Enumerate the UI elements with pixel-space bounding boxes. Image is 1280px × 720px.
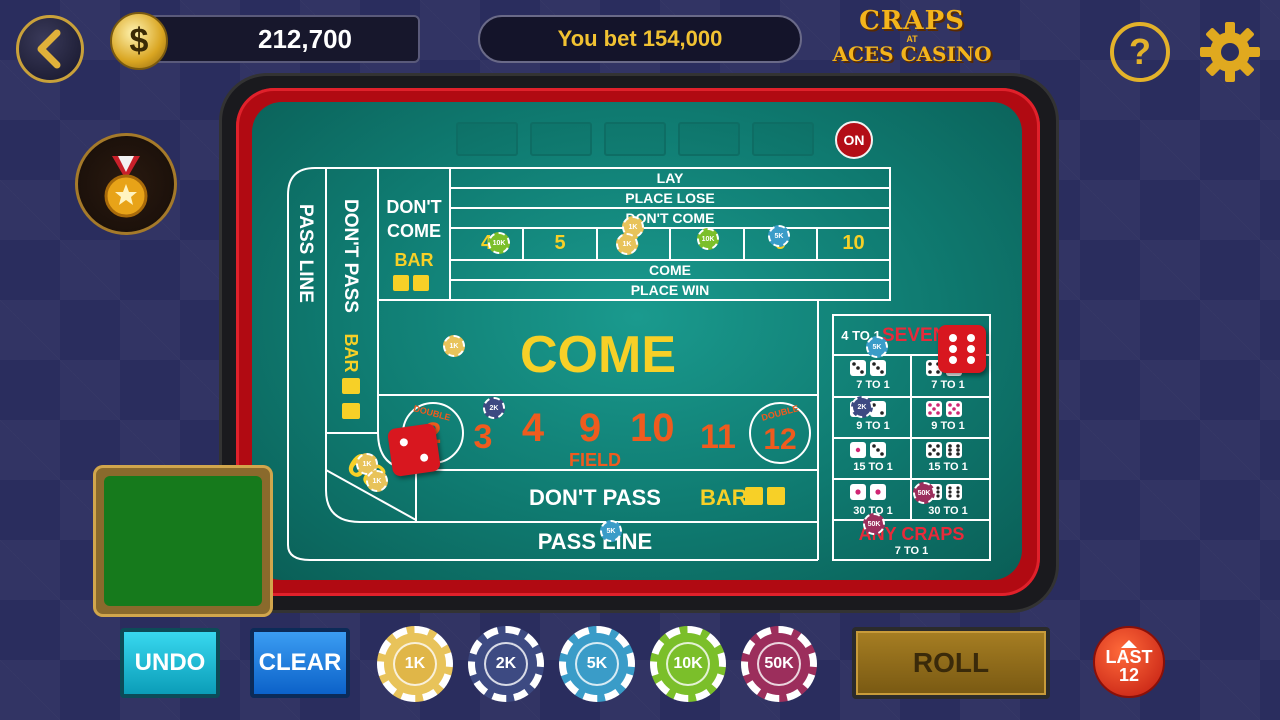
last-rolls-button[interactable]: LAST 12 xyxy=(1093,626,1165,698)
table-chip[interactable]: 10K xyxy=(697,228,719,250)
dice-icon xyxy=(938,325,986,373)
chip-2k-button[interactable]: 2K xyxy=(468,626,544,702)
undo-button[interactable]: UNDO xyxy=(120,628,220,698)
chip-5k-button[interactable]: 5K xyxy=(559,626,635,702)
die-face-icon xyxy=(399,438,429,462)
clear-button[interactable]: CLEAR xyxy=(250,628,350,698)
table-chip[interactable]: 1K xyxy=(443,335,465,357)
table-chip[interactable]: 50K xyxy=(913,482,935,504)
chip-tray xyxy=(104,476,262,606)
table-chip[interactable]: 10K xyxy=(488,232,510,254)
roll-button[interactable]: ROLL xyxy=(852,627,1050,699)
die-face-icon xyxy=(949,334,975,364)
table-chip[interactable]: 5K xyxy=(866,336,888,358)
table-chip[interactable]: 5K xyxy=(768,225,790,247)
hard-10-dice-icon xyxy=(926,401,962,417)
chip-10k-button[interactable]: 10K xyxy=(650,626,726,702)
table-chip[interactable]: 2K xyxy=(851,396,873,418)
table-chip[interactable]: 50K xyxy=(863,513,885,535)
dice-icon xyxy=(386,422,442,478)
eleven-dice-icon xyxy=(926,442,962,458)
hard-6-dice-icon xyxy=(850,360,886,376)
chip-50k-button[interactable]: 50K xyxy=(741,626,817,702)
table-chip[interactable]: 2K xyxy=(483,397,505,419)
chip-1k-button[interactable]: 1K xyxy=(377,626,453,702)
three-dice-icon xyxy=(850,442,886,458)
table-chip[interactable]: 5K xyxy=(600,520,622,542)
roll-label: ROLL xyxy=(856,631,1046,695)
snake-eyes-dice-icon xyxy=(850,484,886,500)
table-chip[interactable]: 1K xyxy=(366,470,388,492)
table-chip[interactable]: 1K xyxy=(616,233,638,255)
